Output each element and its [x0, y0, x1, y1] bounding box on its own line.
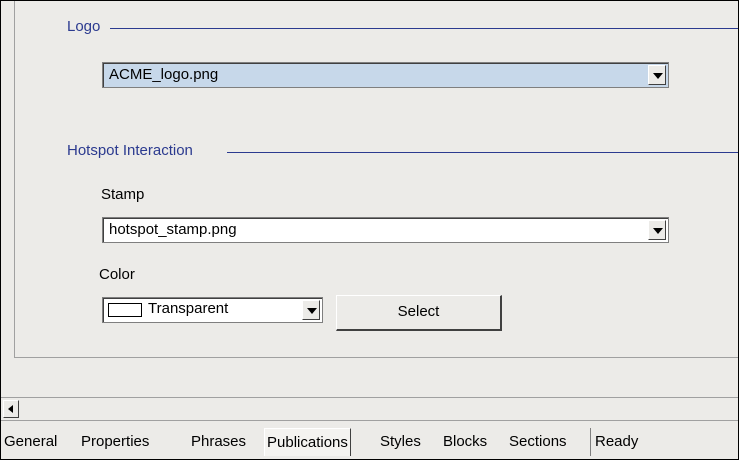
select-color-button[interactable]: Select: [336, 295, 502, 331]
stamp-value: hotspot_stamp.png: [109, 221, 237, 238]
status-text: Ready: [590, 428, 638, 456]
logo-group-border: [110, 28, 738, 29]
chevron-down-icon: [653, 73, 663, 79]
logo-dropdown-button[interactable]: [648, 65, 666, 85]
scroll-left-button[interactable]: [3, 400, 19, 418]
logo-file-dropdown[interactable]: ACME_logo.png: [102, 62, 669, 88]
stamp-dropdown[interactable]: hotspot_stamp.png: [102, 217, 669, 243]
tab-styles[interactable]: Styles: [378, 428, 423, 456]
tab-sections[interactable]: Sections: [507, 428, 569, 456]
tab-general[interactable]: General: [2, 428, 59, 456]
hotspot-group-border: [227, 152, 738, 153]
chevron-down-icon: [653, 228, 663, 234]
tab-phrases[interactable]: Phrases: [189, 428, 248, 456]
logo-group-legend: Logo: [67, 18, 104, 36]
color-value: Transparent: [148, 300, 229, 317]
color-dropdown[interactable]: Transparent: [102, 297, 323, 323]
stamp-dropdown-button[interactable]: [648, 220, 666, 240]
tab-bar: General Properties Phrases Publications …: [1, 425, 738, 459]
hotspot-group-legend: Hotspot Interaction: [67, 142, 196, 160]
horizontal-scrollbar[interactable]: [1, 397, 738, 421]
color-label: Color: [99, 266, 135, 283]
stamp-label: Stamp: [101, 186, 145, 203]
settings-panel: Logo ACME_logo.png Hotspot Interaction S…: [14, 1, 738, 358]
color-swatch: [108, 303, 142, 317]
logo-file-value: ACME_logo.png: [109, 66, 219, 83]
window-frame: Logo ACME_logo.png Hotspot Interaction S…: [0, 0, 739, 460]
tab-publications[interactable]: Publications: [264, 428, 351, 456]
chevron-down-icon: [307, 308, 317, 314]
tab-properties[interactable]: Properties: [79, 428, 151, 456]
tab-blocks[interactable]: Blocks: [441, 428, 489, 456]
arrow-left-icon: [8, 405, 13, 413]
color-dropdown-button[interactable]: [302, 300, 320, 320]
